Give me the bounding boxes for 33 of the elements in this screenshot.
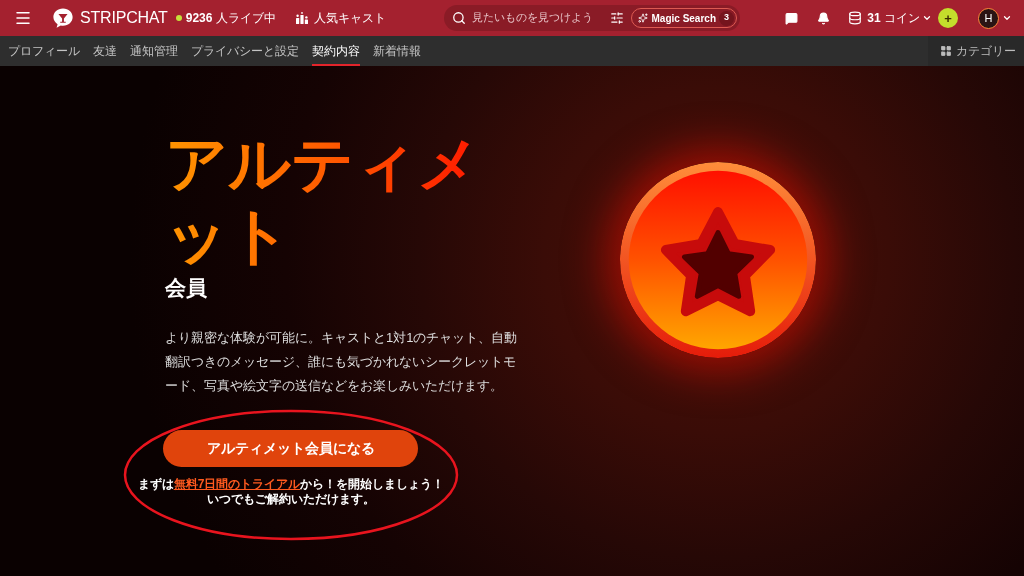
nav-tab[interactable]: 通知管理 <box>130 36 178 66</box>
avatar-button[interactable]: H <box>978 7 999 29</box>
search-field[interactable]: 見たいものを見つけよう Magic Search 3 <box>444 5 740 31</box>
free-trial-link[interactable]: 無料7日間のトライアル <box>173 477 301 491</box>
categories-button[interactable]: カテゴリー <box>928 36 1024 66</box>
nav-tab[interactable]: プライバシーと設定 <box>191 36 299 66</box>
sparkle-icon <box>637 13 648 23</box>
logo-icon[interactable] <box>52 7 74 29</box>
become-member-button[interactable]: アルティメット会員になる <box>163 430 418 467</box>
hero-subtitle: 会員 <box>165 276 207 300</box>
magic-search-count: 3 <box>719 10 734 26</box>
coin-balance[interactable]: 31 コイン <box>867 9 920 27</box>
add-coins-button[interactable]: + <box>938 8 958 28</box>
menu-icon[interactable] <box>14 9 32 27</box>
grid-icon <box>940 45 952 57</box>
nav-tab[interactable]: 新着情報 <box>373 36 421 66</box>
hero-description: より親密な体験が可能に。キャストと1対1のチャット、自動翻訳つきのメッセージ、誰にも気づかれないシークレットモード、写真や絵文字の送信などをお楽しみいただけます。 <box>165 329 519 395</box>
caret-icon[interactable] <box>922 13 932 23</box>
star-medal-icon <box>620 162 816 358</box>
filter-icon[interactable] <box>609 11 624 25</box>
podium-icon[interactable] <box>295 12 308 24</box>
bell-icon[interactable] <box>817 11 831 25</box>
popular-casts-link[interactable]: 人気キャスト <box>313 9 386 27</box>
nav-tab[interactable]: プロフィール <box>8 36 80 66</box>
search-icon <box>452 11 466 25</box>
nav-tab[interactable]: 友達 <box>93 36 117 66</box>
live-count: 9236 人ライブ中 <box>185 10 276 27</box>
trial-note: まずは無料7日間のトライアルから！を開始しましょう！ <box>136 477 446 492</box>
caret-icon[interactable] <box>1002 13 1012 23</box>
cancel-anytime-note: いつでもご解約いただけます。 <box>206 492 376 507</box>
coins-icon[interactable] <box>848 11 863 25</box>
chat-icon[interactable] <box>785 11 799 25</box>
brand-logo-text[interactable]: STRIPCHAT <box>80 10 168 26</box>
